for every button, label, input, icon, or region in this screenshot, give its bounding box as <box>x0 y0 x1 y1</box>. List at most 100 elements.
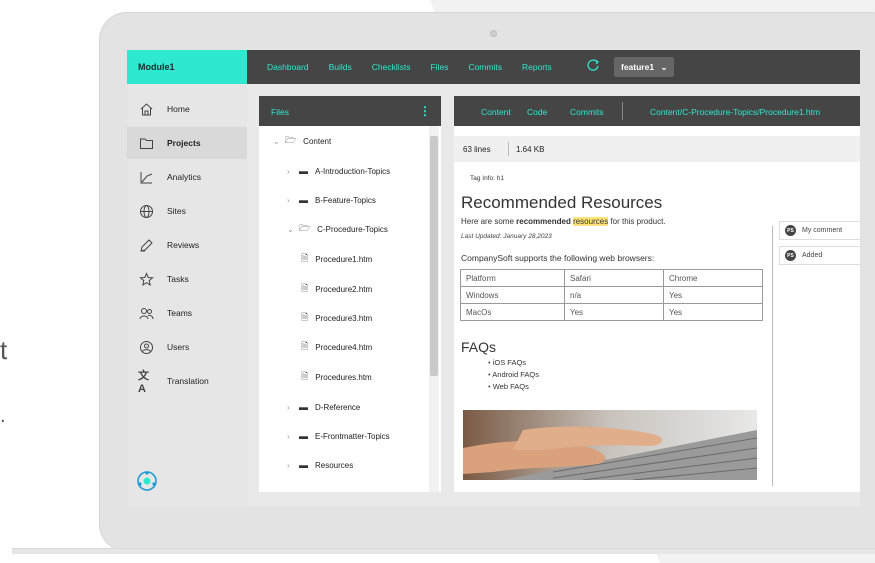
intro-text: Here are some <box>461 217 517 226</box>
table-cell: Yes <box>564 303 664 321</box>
scrollbar-thumb[interactable] <box>430 136 438 376</box>
tree-item-file[interactable]: 🗎 Procedure3.htm <box>301 309 372 327</box>
tree-item-folder[interactable]: › ▬ D-Reference <box>287 398 360 416</box>
comments-divider <box>772 226 773 486</box>
sidebar-item-tasks[interactable]: Tasks <box>127 263 247 295</box>
analytics-icon <box>138 169 154 185</box>
folder-open-icon: 🗁 <box>299 223 311 233</box>
intro-text: for this product. <box>608 217 666 226</box>
more-options-icon[interactable]: ⋮ <box>419 104 431 118</box>
avatar: PS <box>785 225 796 236</box>
sidebar-item-home[interactable]: Home <box>127 93 247 125</box>
comment-text: Added <box>802 252 823 259</box>
sidebar-item-translation[interactable]: 文A Translation <box>127 365 247 397</box>
tree-item-content[interactable]: ⌄ 🗁 Content <box>273 132 331 150</box>
globe-icon <box>138 203 154 219</box>
comment-item[interactable]: PS My comment <box>779 221 860 240</box>
tree-item-folder[interactable]: › ▬ B-Feature-Topics <box>287 191 376 209</box>
tree-item-folder[interactable]: › ▬ Resources <box>287 456 353 474</box>
intro-bold: recommended <box>516 217 571 226</box>
sidebar-item-label: Translation <box>167 376 209 386</box>
table-row: Platform Safari Chrome <box>460 269 763 287</box>
top-bar: Module1 Dashboard Builds Checklists File… <box>127 50 860 84</box>
sidebar-item-label: Projects <box>167 138 201 148</box>
file-path-breadcrumb[interactable]: Content/C-Procedure-Topics/Procedure1.ht… <box>650 107 820 117</box>
table-cell: Chrome <box>663 269 763 287</box>
branch-dropdown[interactable]: feature1 ⌄ <box>614 57 674 77</box>
sidebar-item-label: Home <box>167 104 190 114</box>
nav-dashboard[interactable]: Dashboard <box>267 62 309 72</box>
content-header: Content Code Commits Content/C-Procedure… <box>454 96 860 126</box>
highlighted-text[interactable]: resources <box>573 217 609 226</box>
user-circle-icon <box>138 339 154 355</box>
translate-icon: 文A <box>138 370 149 395</box>
chevron-right-icon: › <box>287 166 290 176</box>
tab-code[interactable]: Code <box>527 107 547 117</box>
sidebar-item-analytics[interactable]: Analytics <box>127 161 247 193</box>
table-cell: MacOs <box>460 303 565 321</box>
nav-files[interactable]: Files <box>430 62 448 72</box>
sidebar-item-label: Reviews <box>167 240 200 250</box>
tree-item-file[interactable]: 🗎 Procedures.htm <box>301 368 372 386</box>
sidebar-item-label: Analytics <box>167 172 202 182</box>
tree-item-label: Procedure4.htm <box>315 342 373 352</box>
tree-item-label: D-Reference <box>315 402 361 412</box>
chevron-right-icon: › <box>287 431 290 441</box>
files-header: Files ⋮ <box>259 96 441 126</box>
tree-item-folder[interactable]: › ▬ E-Frontmatter-Topics <box>287 427 390 445</box>
module-label[interactable]: Module1 <box>127 50 247 84</box>
folder-icon: ▬ <box>299 195 308 205</box>
list-item[interactable]: Android FAQs <box>488 370 539 382</box>
tree-item-folder[interactable]: › ▬ A-Introduction-Topics <box>287 162 390 180</box>
comment-item[interactable]: PS Added <box>779 246 860 265</box>
tree-item-file[interactable]: 🗎 Procedure4.htm <box>301 338 372 356</box>
nav-builds[interactable]: Builds <box>329 62 352 72</box>
file-icon: 🗎 <box>301 312 309 322</box>
supports-text: CompanySoft supports the following web b… <box>461 253 655 263</box>
nav-reports[interactable]: Reports <box>522 62 552 72</box>
tab-content[interactable]: Content <box>481 107 511 117</box>
nav-commits[interactable]: Commits <box>468 62 502 72</box>
file-icon: 🗎 <box>301 283 309 293</box>
nav-checklists[interactable]: Checklists <box>372 62 411 72</box>
line-count: 63 lines <box>463 145 491 154</box>
content-panel: Content Code Commits Content/C-Procedure… <box>454 96 860 492</box>
edge-text-fragment: . <box>0 405 6 427</box>
folder-icon: ▬ <box>299 460 308 470</box>
app-logo-icon[interactable] <box>136 470 158 492</box>
tab-commits[interactable]: Commits <box>570 107 604 117</box>
faq-list: iOS FAQs Android FAQs Web FAQs <box>488 358 539 394</box>
tree-item-label: Procedure2.htm <box>315 284 373 294</box>
sidebar-item-label: Users <box>167 342 190 352</box>
files-panel: Files ⋮ ⌄ 🗁 Content › ▬ A-Introduction-Topic… <box>259 96 441 492</box>
sidebar-item-sites[interactable]: Sites <box>127 195 247 227</box>
star-icon <box>138 271 154 287</box>
sidebar-item-reviews[interactable]: Reviews <box>127 229 247 261</box>
pen-icon <box>138 237 154 253</box>
refresh-icon[interactable] <box>586 58 600 72</box>
table-cell: n/a <box>564 286 664 304</box>
files-scrollbar[interactable] <box>429 126 439 492</box>
file-size: 1.64 KB <box>516 145 545 154</box>
top-nav: Dashboard Builds Checklists Files Commit… <box>267 62 572 72</box>
chevron-right-icon: › <box>287 195 290 205</box>
table-cell: Yes <box>663 303 763 321</box>
sidebar-item-teams[interactable]: Teams <box>127 297 247 329</box>
tree-item-label: Procedure1.htm <box>315 254 373 264</box>
table-cell: Safari <box>564 269 664 287</box>
tree-item-folder-open[interactable]: ⌄ 🗁 C-Procedure-Topics <box>287 220 388 238</box>
file-icon: 🗎 <box>301 371 309 381</box>
table-row: MacOs Yes Yes <box>460 303 763 321</box>
list-item[interactable]: Web FAQs <box>488 382 539 394</box>
folder-icon: ▬ <box>299 431 308 441</box>
list-item[interactable]: iOS FAQs <box>488 358 539 370</box>
folder-icon: ▬ <box>299 166 308 176</box>
sidebar: Home Projects Analytics Sites Reviews Ta… <box>127 84 247 506</box>
sidebar-item-projects[interactable]: Projects <box>127 127 247 159</box>
sidebar-item-users[interactable]: Users <box>127 331 247 363</box>
app-screen: Module1 Dashboard Builds Checklists File… <box>127 50 860 506</box>
keyboard-photo <box>463 410 757 480</box>
files-title: Files <box>271 107 289 117</box>
tree-item-file[interactable]: 🗎 Procedure1.htm <box>301 250 372 268</box>
tree-item-file[interactable]: 🗎 Procedure2.htm <box>301 280 372 298</box>
